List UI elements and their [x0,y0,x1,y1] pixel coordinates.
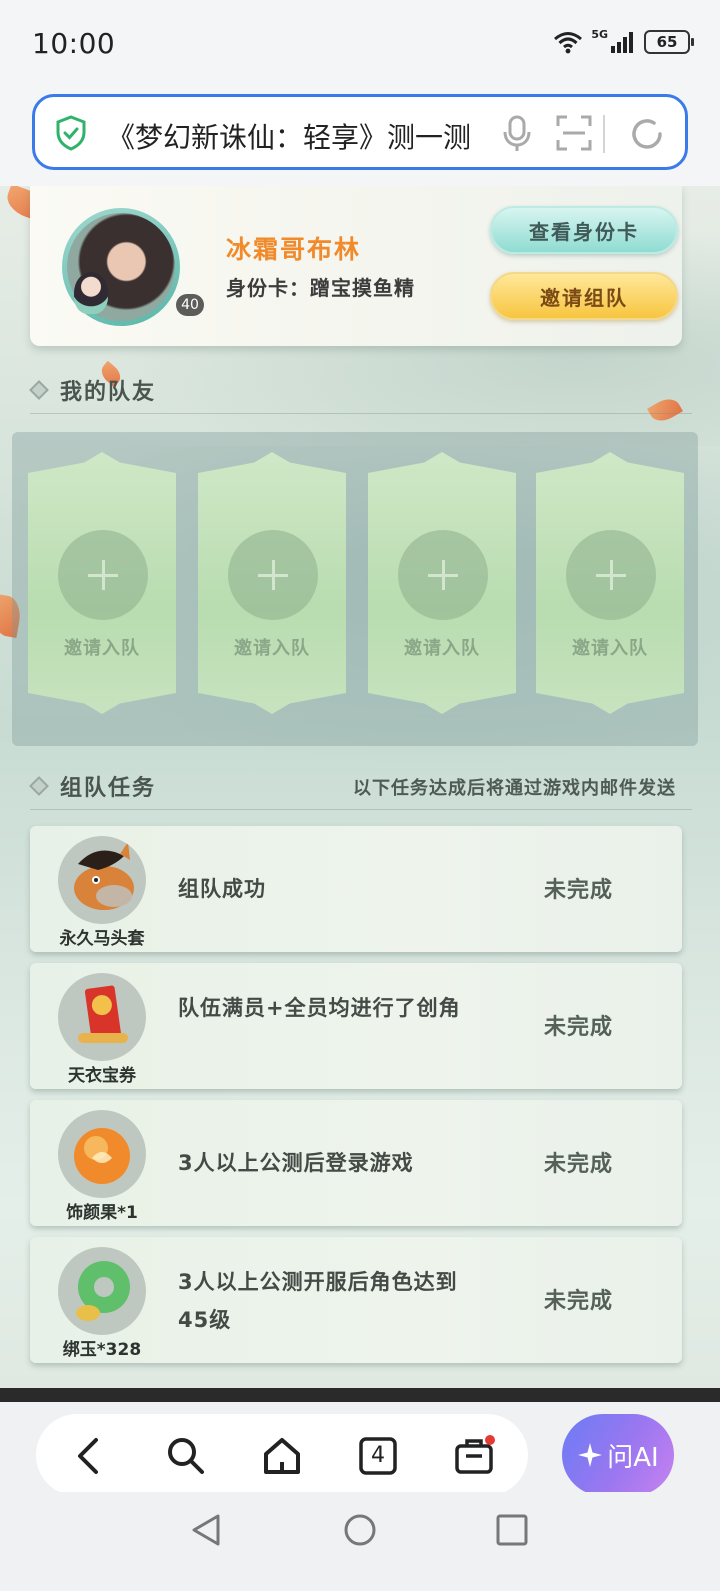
system-back-icon[interactable] [188,1512,224,1548]
invite-team-button[interactable]: 邀请组队 [490,272,678,320]
plus-icon [398,530,488,620]
task-row: 饰颜果*1 3人以上公测后登录游戏 未完成 [30,1100,682,1226]
system-recents-icon[interactable] [494,1512,530,1548]
id-card-text: 身份卡：蹭宝摸鱼精 [226,276,415,300]
horse-head-icon [58,836,146,924]
task-status: 未完成 [544,1152,614,1177]
pet-icon [74,272,108,314]
jade-icon [58,1247,146,1335]
ask-ai-button[interactable]: 问AI [562,1414,674,1496]
task-description: 3人以上公测开服后角色达到45级 [178,1270,458,1332]
task-status: 未完成 [544,1015,614,1040]
battery-indicator: 65 [644,30,694,54]
status-time: 10:00 [32,27,116,60]
invite-slot-label: 邀请入队 [572,638,648,659]
task-description: 组队成功 [178,877,266,901]
system-nav-bar [0,1492,720,1591]
back-arrow-icon[interactable] [68,1434,112,1478]
wifi-icon [554,32,583,54]
shield-check-icon [56,115,86,151]
microphone-icon[interactable] [501,114,533,154]
plus-icon [58,530,148,620]
fruit-icon [58,1110,146,1198]
scan-icon[interactable] [555,114,593,152]
search-icon[interactable] [164,1434,208,1478]
url-divider [603,115,605,153]
task-status: 未完成 [544,878,614,903]
game-page: 40 冰霜哥布林 身份卡：蹭宝摸鱼精 查看身份卡 邀请组队 我的队友 邀请入队 … [0,186,720,1388]
url-text[interactable]: 《梦幻新诛仙：轻享》测一测 [107,116,527,152]
toolbox-icon[interactable] [452,1434,496,1478]
tasks-header: 组队任务 以下任务达成后将通过游戏内邮件发送 [29,766,692,810]
task-description: 队伍满员+全员均进行了创角 [178,996,461,1020]
signal-icon [611,32,633,53]
reward-name: 永久马头套 [59,929,145,949]
tasks-title: 组队任务 [60,776,157,801]
player-name: 冰霜哥布林 [226,235,362,264]
tab-count: 4 [371,1443,385,1468]
network-type: 5G [591,27,608,41]
toolbar-pill: 4 [36,1414,528,1496]
invite-slot-label: 邀请入队 [64,638,140,659]
refresh-icon[interactable] [627,114,667,154]
status-icons: 5G 65 [553,27,694,54]
task-row: 绑玉*328 3人以上公测开服后角色达到45级 未完成 [30,1237,682,1363]
teammates-panel: 邀请入队 邀请入队 邀请入队 邀请入队 [12,432,698,746]
task-description: 3人以上公测后登录游戏 [178,1151,414,1175]
diamond-icon [29,776,49,796]
diamond-icon [29,380,49,400]
invite-slot[interactable]: 邀请入队 [368,452,516,714]
invite-slot-label: 邀请入队 [234,638,310,659]
tasks-note: 以下任务达成后将通过游戏内邮件发送 [353,778,676,799]
task-row: 永久马头套 组队成功 未完成 [30,826,682,952]
teammates-header: 我的队友 [29,370,692,414]
system-home-icon[interactable] [342,1512,378,1548]
reward-name: 天衣宝券 [68,1066,136,1086]
invite-slot-label: 邀请入队 [404,638,480,659]
invite-slot[interactable]: 邀请入队 [198,452,346,714]
task-status: 未完成 [544,1289,614,1314]
reward-name: 绑玉*328 [62,1340,142,1360]
browser-toolbar: 4 问AI [0,1388,720,1496]
voucher-icon [58,973,146,1061]
home-icon[interactable] [260,1434,304,1478]
level-badge: 40 [176,294,204,316]
sparkle-icon [578,1443,603,1467]
profile-card: 40 冰霜哥布林 身份卡：蹭宝摸鱼精 查看身份卡 邀请组队 [30,186,682,346]
status-bar: 10:00 5G 65 [0,0,720,90]
task-row: 天衣宝券 队伍满员+全员均进行了创角 未完成 [30,963,682,1089]
address-bar[interactable]: 《梦幻新诛仙：轻享》测一测 [32,94,688,170]
teammates-title: 我的队友 [60,380,157,405]
view-id-card-button[interactable]: 查看身份卡 [490,206,678,254]
reward-name: 饰颜果*1 [66,1203,138,1223]
invite-slot[interactable]: 邀请入队 [536,452,684,714]
invite-slot[interactable]: 邀请入队 [28,452,176,714]
plus-icon [566,530,656,620]
ask-ai-label: 问AI [607,1442,659,1473]
plus-icon [228,530,318,620]
